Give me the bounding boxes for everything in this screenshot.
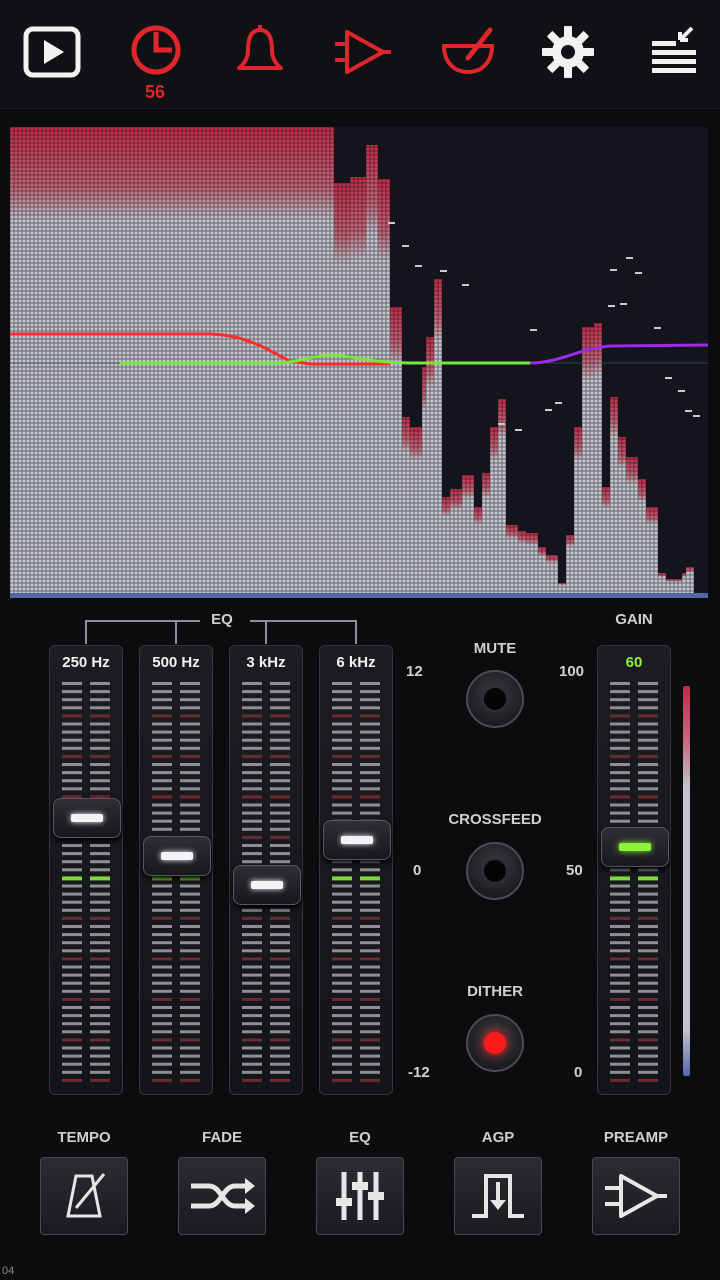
spectrum-peak	[555, 402, 562, 404]
mute-label: MUTE	[473, 640, 517, 657]
spectrum-visualizer	[10, 127, 709, 598]
spectrum-peak	[608, 305, 615, 307]
spectrum-peak	[515, 429, 522, 431]
spectrum-peak	[654, 327, 661, 329]
bottom-label-agp: AGP	[481, 1129, 515, 1146]
sleep-timer-button[interactable]	[124, 18, 188, 82]
slider-ticks	[62, 682, 110, 1082]
eq-slider-knob[interactable]	[143, 836, 211, 877]
slider-ticks	[610, 682, 658, 1082]
eq-band-label: 250 Hz	[62, 654, 110, 671]
queue-button[interactable]	[640, 20, 704, 84]
fade-button[interactable]	[178, 1157, 266, 1235]
amplifier-icon	[335, 30, 391, 74]
bottom-label-eq: EQ	[349, 1129, 371, 1146]
gate-icon	[466, 1168, 530, 1224]
eq-band-label: 500 Hz	[152, 654, 200, 671]
sliders-icon	[330, 1166, 390, 1226]
gain-scale-bottom: 0	[574, 1064, 583, 1081]
agp-button[interactable]	[454, 1157, 542, 1235]
amplifier-icon	[601, 1168, 671, 1224]
spectrum-peak	[665, 377, 672, 379]
crossfeed-button[interactable]	[466, 842, 524, 900]
eq-scale-mid: 0	[413, 862, 422, 879]
eq-slider-4[interactable]: 6 kHz	[319, 645, 393, 1095]
slider-ticks	[152, 682, 200, 1082]
eq-button[interactable]	[316, 1157, 404, 1235]
gain-scale-top: 100	[559, 663, 585, 680]
eq-scale-bottom: -12	[408, 1064, 430, 1081]
bottom-label-fade: FADE	[201, 1129, 242, 1146]
queue-icon	[652, 26, 696, 73]
effects-button[interactable]	[436, 20, 500, 84]
tempo-button[interactable]	[40, 1157, 128, 1235]
spectrum-peak	[402, 245, 409, 247]
spectrum-peak	[440, 270, 447, 272]
spectrum-peak	[693, 415, 700, 417]
gain-scale-mid: 50	[566, 862, 583, 879]
timer-icon	[131, 25, 181, 75]
settings-button[interactable]	[536, 20, 600, 84]
eq-slider-knob[interactable]	[233, 865, 301, 905]
eq-slider-1[interactable]: 250 Hz	[49, 645, 123, 1095]
spectrum-peak	[388, 222, 395, 224]
shuffle-icon	[187, 1172, 257, 1220]
gear-icon	[542, 26, 594, 78]
spectrum-peak	[462, 284, 469, 286]
eq-band-label: 6 kHz	[336, 654, 376, 671]
gain-slider[interactable]: 60	[597, 645, 671, 1095]
eq-bracket	[85, 620, 357, 644]
preamp-button[interactable]	[592, 1157, 680, 1235]
amplifier-button[interactable]	[330, 20, 394, 84]
spectrum-peak	[620, 303, 627, 305]
gain-value: 60	[625, 654, 643, 671]
eq-slider-knob[interactable]	[53, 798, 121, 839]
alarm-button[interactable]	[228, 20, 292, 84]
bottom-label-tempo: TEMPO	[57, 1129, 111, 1146]
spectrum-peak	[545, 409, 552, 411]
bottom-label-preamp: PREAMP	[603, 1129, 669, 1146]
gain-level-meter	[683, 686, 690, 1076]
play-button[interactable]	[20, 20, 84, 84]
spectrum-peak	[498, 423, 505, 425]
eq-slider-2[interactable]: 500 Hz	[139, 645, 213, 1095]
spectrum-peak	[626, 257, 633, 259]
spectrum-peak	[635, 272, 642, 274]
spectrum-peak	[530, 329, 537, 331]
spectrum-peak	[685, 410, 692, 412]
dither-led	[484, 1032, 506, 1054]
spectrum-peak	[415, 265, 422, 267]
gain-slider-knob[interactable]	[601, 826, 669, 867]
metronome-icon	[54, 1168, 114, 1224]
eq-slider-3[interactable]: 3 kHz	[229, 645, 303, 1095]
eq-band-label: 3 kHz	[246, 654, 286, 671]
mute-button[interactable]	[466, 670, 524, 728]
spectrum-graph	[10, 127, 709, 598]
slider-ticks	[332, 682, 380, 1082]
gain-label: GAIN	[615, 611, 653, 628]
mortar-icon	[441, 27, 495, 75]
corner-text: 04	[2, 1265, 15, 1277]
eq-slider-knob[interactable]	[323, 820, 391, 861]
dither-label: DITHER	[467, 983, 523, 1000]
timer-count: 56	[144, 82, 166, 102]
eq-scale-top: 12	[406, 663, 423, 680]
dither-button[interactable]	[466, 1014, 524, 1072]
spectrum-peak	[610, 269, 617, 271]
bell-icon	[237, 25, 283, 70]
play-icon	[23, 26, 81, 78]
spectrum-peak	[678, 390, 685, 392]
crossfeed-label: CROSSFEED	[448, 811, 542, 828]
top-toolbar: 56	[0, 0, 720, 109]
